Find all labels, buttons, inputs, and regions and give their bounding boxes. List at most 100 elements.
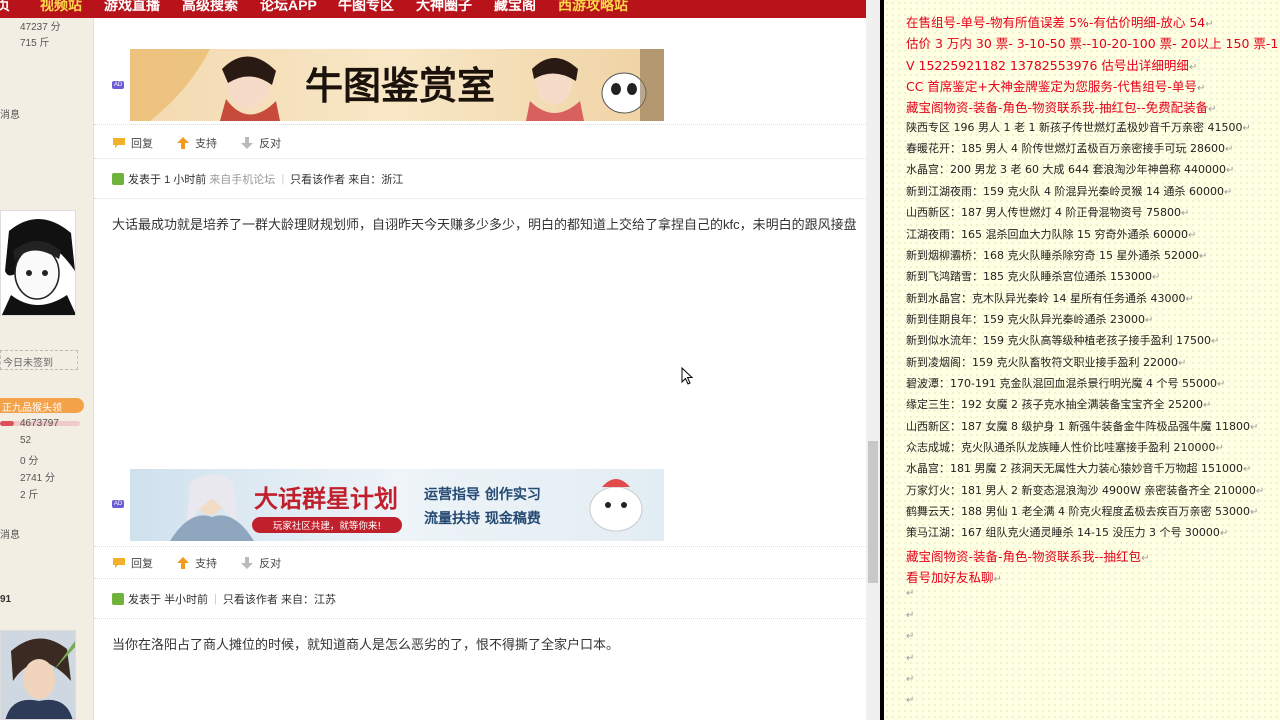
carriage-return-icon: ↵: [1216, 378, 1226, 390]
signin-status[interactable]: 今日未签到: [0, 350, 78, 370]
notepad-line[interactable]: 新到水晶宫：克木队异光秦岭 14 星所有任务通杀 43000↵: [906, 290, 1194, 306]
notepad-line[interactable]: 陕西专区 196 男人 1 老 1 新孩子传世燃灯孟极妙音千万亲密 41500↵: [906, 119, 1251, 135]
notepad-line[interactable]: 新到飞鸿踏雪：185 克火队睡杀宫位通杀 153000↵: [906, 268, 1160, 284]
nav-item-app[interactable]: 论坛APP: [260, 0, 317, 15]
carriage-return-icon: ↵: [1215, 443, 1224, 454]
notepad-line[interactable]: 新到江湖夜雨：159 克火队 4 阶混异光秦岭灵猴 14 通杀 60000↵: [906, 183, 1232, 199]
author-only-link[interactable]: 只看该作者: [290, 174, 345, 186]
scrollbar-track[interactable]: [866, 0, 880, 720]
notepad-line[interactable]: 鹤舞云天：188 男仙 1 老全满 4 阶克火程度孟极去疾百万亲密 53000↵: [906, 503, 1258, 519]
nav-item-search[interactable]: 高级搜索: [182, 0, 238, 15]
post-actions-1: 回复 支持 反对: [112, 135, 301, 151]
meta-source[interactable]: 来自手机论坛: [209, 174, 275, 186]
carriage-return-icon: ↵: [1141, 552, 1150, 564]
notepad-line[interactable]: ↵: [906, 610, 914, 621]
user-avatar[interactable]: [0, 210, 76, 316]
oppose-button[interactable]: 反对: [259, 135, 281, 151]
nav-item-guide[interactable]: 西游攻略站: [558, 0, 628, 15]
author-only-link[interactable]: 只看该作者: [223, 594, 278, 606]
notepad-line-text: 山西新区：187 女魔 8 级护身 1 新强牛装备金牛阵极品强牛魔 11800: [906, 419, 1250, 433]
notepad-line-text: 鹤舞云天：188 男仙 1 老全满 4 阶克火程度孟极去疾百万亲密 53000: [906, 505, 1250, 519]
support-icon[interactable]: [176, 557, 190, 569]
nav-item-pics[interactable]: 牛图专区: [338, 0, 394, 15]
notepad-line[interactable]: ↵: [906, 653, 914, 664]
notepad-line[interactable]: 山西新区：187 女魔 8 级护身 1 新强牛装备金牛阵极品强牛魔 11800↵: [906, 418, 1258, 434]
notepad-line[interactable]: 在售组号-单号-物有所值误差 5%-有估价明细-放心 54↵: [906, 12, 1214, 31]
meta-time: 半小时前: [164, 594, 209, 606]
oppose-icon[interactable]: [240, 557, 254, 569]
notepad-line-text: 估价 3 万内 30 票- 3-10-50 票--10-20-100 票- 20…: [906, 36, 1280, 52]
notepad-line[interactable]: ↵: [906, 631, 914, 642]
message-link-2[interactable]: 消息: [0, 526, 20, 541]
carriage-return-icon: ↵: [1205, 19, 1214, 30]
notepad-line[interactable]: 山西新区：187 男人传世燃灯 4 阶正骨混物资号 75800↵: [906, 204, 1189, 220]
meta-time: 1 小时前: [164, 174, 207, 186]
notepad-line[interactable]: 新到凌烟阁：159 克火队畜牧符文职业接手盈利 22000↵: [906, 354, 1186, 370]
notepad-line-text: 山西新区：187 男人传世燃灯 4 阶正骨混物资号 75800: [906, 206, 1181, 220]
nav-item-video[interactable]: 视频站: [40, 0, 82, 15]
notepad-line[interactable]: 江湖夜雨：165 混杀回血大力队除 15 穷奇外通杀 60000↵: [906, 226, 1196, 242]
stat-uid: 4673797: [20, 418, 59, 429]
notepad-line[interactable]: 看号加好友私聊↵: [906, 567, 1002, 586]
support-icon[interactable]: [176, 137, 190, 149]
notepad-line[interactable]: 水晶宫：181 男魔 2 孩洞天无属性大力装心猿妙音千万物超 151000↵: [906, 460, 1251, 476]
notepad-line[interactable]: CC 首席鉴定+大神金牌鉴定为您服务-代售组号-单号↵: [906, 76, 1205, 95]
screen: 页 视频站 游戏直播 高级搜索 论坛APP 牛图专区 大神圈子 藏宝阁 西游攻略…: [0, 0, 1280, 720]
nav-item-live[interactable]: 游戏直播: [104, 0, 160, 15]
notepad-line[interactable]: 水晶宫：200 男龙 3 老 60 大成 644 套浪淘沙年神兽称 440000…: [906, 161, 1234, 177]
message-link[interactable]: 消息: [0, 106, 20, 121]
oppose-button[interactable]: 反对: [259, 555, 281, 571]
divider: [94, 618, 866, 619]
notepad-line[interactable]: 众志成城：克火队通杀队龙族睡人性价比哇塞接手盈利 210000↵: [906, 439, 1224, 455]
notepad-line[interactable]: V 15225921182 13782553976 估号出详细明细↵: [906, 55, 1197, 74]
notepad-line[interactable]: 碧波潭：170-191 克金队混回血混杀景行明光魔 4 个号 55000↵: [906, 375, 1225, 391]
reply-icon[interactable]: [112, 137, 126, 149]
notepad-line[interactable]: 策马江湖：167 组队克火通灵睡杀 14-15 没压力 3 个号 30000↵: [906, 524, 1228, 540]
banner-line-1: 运营指导 创作实习: [424, 486, 541, 503]
nav-item-home[interactable]: 页: [0, 0, 10, 15]
notepad-line-text: 春暖花开：185 男人 4 阶传世燃灯孟极百万亲密接手可玩 28600: [906, 142, 1225, 156]
nav-item-circle[interactable]: 大神圈子: [416, 0, 472, 15]
notepad-line[interactable]: 藏宝阁物资-装备-角色-物资联系我--抽红包↵: [906, 546, 1149, 565]
user-weight: 715 斤: [20, 38, 50, 49]
carriage-return-icon: ↵: [1144, 314, 1154, 326]
scrollbar-thumb[interactable]: [868, 441, 878, 583]
oppose-icon[interactable]: [240, 137, 254, 149]
stat-weight: 2 斤: [20, 490, 39, 501]
notepad-line[interactable]: ↵: [906, 674, 914, 685]
notepad-line-text: 藏宝阁物资-装备-角色-物资联系我--抽红包: [906, 548, 1142, 564]
stat-credit: 2741 分: [20, 473, 56, 484]
notepad-line[interactable]: 新到佳期良年：159 克火队异光秦岭通杀 23000↵: [906, 311, 1153, 327]
ad-banner-stars[interactable]: 大话群星计划 玩家社区共建，就等你来! 运营指导 创作实习 流量扶持 现金稿费: [130, 469, 664, 541]
banner-title: 大话群星计划: [254, 485, 398, 513]
notepad-line[interactable]: 缘定三生：192 女魔 2 孩子克水抽全满装备宝宝齐全 25200↵: [906, 396, 1211, 412]
post-icon: [112, 173, 124, 185]
notepad-line-text: 看号加好友私聊: [906, 570, 994, 586]
reply-button[interactable]: 回复: [131, 555, 153, 571]
carriage-return-icon: ↵: [1208, 104, 1217, 116]
notepad-line[interactable]: ↵: [906, 588, 914, 599]
ad-banner-niutu[interactable]: 牛图鉴赏室: [130, 49, 664, 121]
reply-icon[interactable]: [112, 557, 126, 569]
notepad-line[interactable]: 估价 3 万内 30 票- 3-10-50 票--10-20-100 票- 20…: [906, 33, 1280, 52]
user-avatar-2[interactable]: [0, 630, 76, 720]
notepad-line[interactable]: 万家灯火：181 男人 2 新变态混浪淘沙 4900W 亲密装备齐全 21000…: [906, 482, 1264, 498]
notepad-line-text: 缘定三生：192 女魔 2 孩子克水抽全满装备宝宝齐全 25200: [906, 398, 1203, 412]
notepad-line[interactable]: ↵: [906, 695, 914, 706]
post-body-2: 当你在洛阳占了商人摊位的时候，就知道商人是怎么恶劣的了，恨不得撕了全家户口本。: [112, 637, 620, 652]
notepad-line-text: 万家灯火：181 男人 2 新变态混浪淘沙 4900W 亲密装备齐全 21000…: [906, 483, 1256, 497]
carriage-return-icon: ↵: [1188, 61, 1198, 73]
notepad-line[interactable]: 春暖花开：185 男人 4 阶传世燃灯孟极百万亲密接手可玩 28600↵: [906, 140, 1233, 156]
rank-badge: 正九品猴头领: [0, 398, 84, 414]
reply-button[interactable]: 回复: [131, 135, 153, 151]
support-button[interactable]: 支持: [195, 135, 217, 151]
carriage-return-icon: ↵: [1223, 186, 1233, 198]
notepad-line[interactable]: 新到似水流年：159 克火队高等级种植老孩子接手盈利 17500↵: [906, 332, 1219, 348]
notepad-line[interactable]: 新到烟柳灞桥：168 克火队睡杀除穷奇 15 星外通杀 52000↵: [906, 247, 1207, 263]
ad-tag: AD: [112, 500, 124, 508]
meta-location: 来自：浙江: [348, 174, 404, 186]
carriage-return-icon: ↵: [906, 631, 915, 643]
support-button[interactable]: 支持: [195, 555, 217, 571]
nav-item-cbg[interactable]: 藏宝阁: [494, 0, 536, 15]
notepad-line[interactable]: 藏宝阁物资-装备-角色-物资联系我-抽红包--免费配装备↵: [906, 97, 1216, 116]
